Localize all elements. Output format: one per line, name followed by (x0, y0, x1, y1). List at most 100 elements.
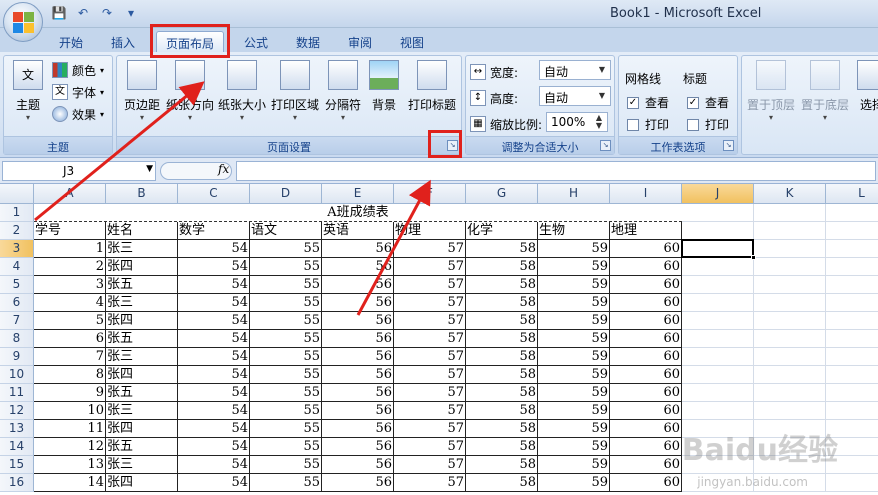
data-cell[interactable]: 58 (466, 330, 538, 348)
data-cell[interactable]: 54 (178, 258, 250, 276)
data-cell[interactable]: 59 (538, 456, 610, 474)
data-cell[interactable]: 55 (250, 438, 322, 456)
data-cell[interactable]: 59 (538, 384, 610, 402)
data-cell[interactable]: 56 (322, 474, 394, 492)
scale-dialog-launcher[interactable]: ↘ (600, 140, 611, 151)
data-cell[interactable]: 张五 (106, 438, 178, 456)
data-cell[interactable]: 54 (178, 402, 250, 420)
data-cell[interactable]: 58 (466, 366, 538, 384)
data-cell[interactable]: 张五 (106, 330, 178, 348)
header-cell[interactable]: 学号 (34, 222, 106, 240)
data-cell[interactable]: 58 (466, 474, 538, 492)
data-cell[interactable]: 60 (610, 420, 682, 438)
cell[interactable] (826, 276, 878, 294)
row-header-4[interactable]: 4 (0, 258, 34, 276)
data-cell[interactable]: 57 (394, 438, 466, 456)
width-select[interactable]: 自动 ▼ (539, 60, 611, 80)
select-all-corner[interactable] (0, 184, 34, 204)
data-cell[interactable]: 59 (538, 258, 610, 276)
data-cell[interactable]: 张三 (106, 294, 178, 312)
data-cell[interactable]: 57 (394, 474, 466, 492)
row-header-6[interactable]: 6 (0, 294, 34, 312)
formula-input[interactable] (236, 161, 876, 181)
data-cell[interactable]: 54 (178, 240, 250, 258)
data-cell[interactable]: 59 (538, 474, 610, 492)
column-header-a[interactable]: A (34, 184, 106, 204)
data-cell[interactable]: 58 (466, 456, 538, 474)
name-box[interactable]: J3 ▼ (2, 161, 156, 181)
row-header-11[interactable]: 11 (0, 384, 34, 402)
data-cell[interactable]: 57 (394, 402, 466, 420)
cell[interactable] (826, 402, 878, 420)
data-cell[interactable]: 57 (394, 348, 466, 366)
data-cell[interactable]: 56 (322, 258, 394, 276)
tab-page-layout[interactable]: 页面布局 (156, 31, 224, 52)
page-setup-dialog-launcher[interactable]: ↘ (447, 140, 458, 151)
data-cell[interactable]: 59 (538, 240, 610, 258)
page-size-button[interactable]: 纸张大小 ▾ (217, 60, 267, 132)
tab-view[interactable]: 视图 (392, 31, 432, 52)
row-header-2[interactable]: 2 (0, 222, 34, 240)
data-cell[interactable]: 54 (178, 438, 250, 456)
row-header-9[interactable]: 9 (0, 348, 34, 366)
data-cell[interactable]: 59 (538, 438, 610, 456)
print-titles-button[interactable]: 打印标题 (405, 60, 459, 132)
cell[interactable] (826, 474, 878, 492)
cell[interactable] (826, 312, 878, 330)
data-cell[interactable]: 60 (610, 438, 682, 456)
data-cell[interactable]: 张三 (106, 240, 178, 258)
data-cell[interactable]: 55 (250, 258, 322, 276)
data-cell[interactable]: 58 (466, 276, 538, 294)
column-header-h[interactable]: H (538, 184, 610, 204)
data-cell[interactable]: 57 (394, 330, 466, 348)
data-cell[interactable]: 55 (250, 348, 322, 366)
data-cell[interactable]: 张四 (106, 474, 178, 492)
data-cell[interactable]: 张三 (106, 456, 178, 474)
data-cell[interactable]: 59 (538, 276, 610, 294)
data-cell[interactable]: 54 (178, 474, 250, 492)
data-cell[interactable]: 58 (466, 294, 538, 312)
data-cell[interactable]: 58 (466, 312, 538, 330)
column-header-f[interactable]: F (394, 184, 466, 204)
row-header-10[interactable]: 10 (0, 366, 34, 384)
send-to-back-button[interactable]: 置于底层 ▾ (800, 60, 850, 132)
cell[interactable] (754, 348, 826, 366)
cell[interactable] (682, 276, 754, 294)
data-cell[interactable]: 59 (538, 366, 610, 384)
row-header-5[interactable]: 5 (0, 276, 34, 294)
column-header-k[interactable]: K (754, 184, 826, 204)
cell[interactable] (682, 330, 754, 348)
cell[interactable] (826, 240, 878, 258)
data-cell[interactable]: 59 (538, 312, 610, 330)
header-cell[interactable]: 姓名 (106, 222, 178, 240)
row-header-13[interactable]: 13 (0, 420, 34, 438)
fill-handle[interactable] (751, 255, 756, 260)
data-cell[interactable]: 张四 (106, 258, 178, 276)
gridlines-view-checkbox[interactable]: ✓ 查看 (627, 94, 669, 111)
data-cell[interactable]: 55 (250, 474, 322, 492)
row-header-1[interactable]: 1 (0, 204, 34, 222)
tab-review[interactable]: 审阅 (340, 31, 380, 52)
data-cell[interactable]: 54 (178, 366, 250, 384)
data-cell[interactable]: 55 (250, 294, 322, 312)
data-cell[interactable]: 54 (178, 294, 250, 312)
data-cell[interactable]: 60 (610, 474, 682, 492)
data-cell[interactable]: 张五 (106, 276, 178, 294)
data-cell[interactable]: 6 (34, 330, 106, 348)
data-cell[interactable]: 57 (394, 384, 466, 402)
data-cell[interactable]: 58 (466, 438, 538, 456)
cell[interactable] (682, 294, 754, 312)
theme-fonts-button[interactable]: 文 字体 ▾ (52, 82, 104, 102)
tab-formulas[interactable]: 公式 (236, 31, 276, 52)
data-cell[interactable]: 56 (322, 438, 394, 456)
data-cell[interactable]: 59 (538, 294, 610, 312)
data-cell[interactable]: 7 (34, 348, 106, 366)
data-cell[interactable]: 57 (394, 258, 466, 276)
cell[interactable] (826, 258, 878, 276)
print-area-button[interactable]: 打印区域 ▾ (269, 60, 321, 132)
data-cell[interactable]: 55 (250, 402, 322, 420)
cell[interactable] (754, 276, 826, 294)
active-cell-cursor[interactable] (681, 239, 756, 260)
headings-print-checkbox[interactable]: 打印 (687, 116, 729, 133)
data-cell[interactable]: 56 (322, 384, 394, 402)
